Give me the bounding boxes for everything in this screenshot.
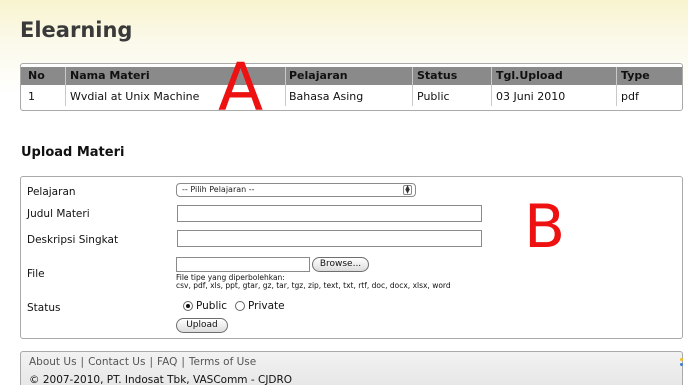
column-header-nama-materi: Nama Materi — [70, 69, 150, 82]
annotation-a: A — [218, 49, 264, 126]
footer-links: About Us | Contact Us | FAQ | Terms of Use — [29, 356, 256, 368]
status-private-radio[interactable] — [235, 301, 245, 311]
cell-type: pdf — [621, 90, 639, 103]
deskripsi-input[interactable] — [177, 230, 482, 247]
column-header-type: Type — [621, 69, 650, 82]
column-header-no: No — [28, 69, 45, 82]
judul-materi-label: Judul Materi — [27, 208, 90, 220]
footer: About Us | Contact Us | FAQ | Terms of Use © 2… — [20, 351, 683, 385]
file-type-hint-list: csv, pdf, xls, ppt, gtar, gz, tar, tgz, … — [176, 281, 451, 290]
cell-no: 1 — [28, 90, 35, 103]
upload-form: Pelajaran -- Pilih Pelajaran -- ▲ ▼ Judul… — [20, 176, 683, 339]
column-header-tgl-upload: Tgl.Upload — [496, 69, 563, 82]
status-label: Status — [27, 302, 61, 314]
footer-link-faq[interactable]: FAQ — [157, 356, 177, 368]
judul-materi-input[interactable] — [177, 205, 482, 222]
annotation-b: B — [524, 192, 566, 262]
edge-decoration — [680, 358, 684, 372]
status-private-label[interactable]: Private — [248, 300, 285, 312]
file-type-hint: File tipe yang diperbolehkan: csv, pdf, … — [176, 274, 451, 290]
status-public-label[interactable]: Public — [196, 300, 227, 312]
select-arrows-icon: ▲ ▼ — [403, 185, 412, 195]
cell-pelajaran: Bahasa Asing — [289, 90, 364, 103]
footer-link-contact[interactable]: Contact Us — [88, 356, 145, 368]
pelajaran-select[interactable]: -- Pilih Pelajaran -- ▲ ▼ — [176, 183, 416, 197]
page-title: Elearning — [20, 18, 133, 42]
footer-link-about[interactable]: About Us — [29, 356, 77, 368]
file-label: File — [27, 268, 45, 280]
file-path-field[interactable] — [176, 257, 310, 272]
table-row[interactable]: 1 Wvdial at Unix Machine Bahasa Asing Pu… — [21, 88, 682, 106]
pelajaran-label: Pelajaran — [27, 186, 76, 198]
browse-button[interactable]: Browse... — [312, 257, 369, 272]
footer-link-terms[interactable]: Terms of Use — [189, 356, 256, 368]
upload-section-title: Upload Materi — [21, 145, 125, 160]
pelajaran-select-value: -- Pilih Pelajaran -- — [182, 185, 255, 194]
table-header: No Nama Materi Pelajaran Status Tgl.Uplo… — [21, 67, 682, 85]
footer-separator: | — [181, 356, 185, 368]
footer-copyright: © 2007-2010, PT. Indosat Tbk, VASComm - … — [29, 374, 293, 385]
cell-status: Public — [417, 90, 450, 103]
deskripsi-label: Deskripsi Singkat — [27, 234, 119, 246]
materials-table: No Nama Materi Pelajaran Status Tgl.Uplo… — [20, 63, 683, 111]
status-public-radio[interactable] — [183, 301, 193, 311]
column-header-pelajaran: Pelajaran — [289, 69, 348, 82]
cell-tgl-upload: 03 Juni 2010 — [496, 90, 566, 103]
cell-nama-materi[interactable]: Wvdial at Unix Machine — [70, 88, 199, 106]
upload-button[interactable]: Upload — [176, 318, 228, 333]
footer-separator: | — [149, 356, 153, 368]
footer-separator: | — [80, 356, 85, 368]
column-header-status: Status — [417, 69, 458, 82]
